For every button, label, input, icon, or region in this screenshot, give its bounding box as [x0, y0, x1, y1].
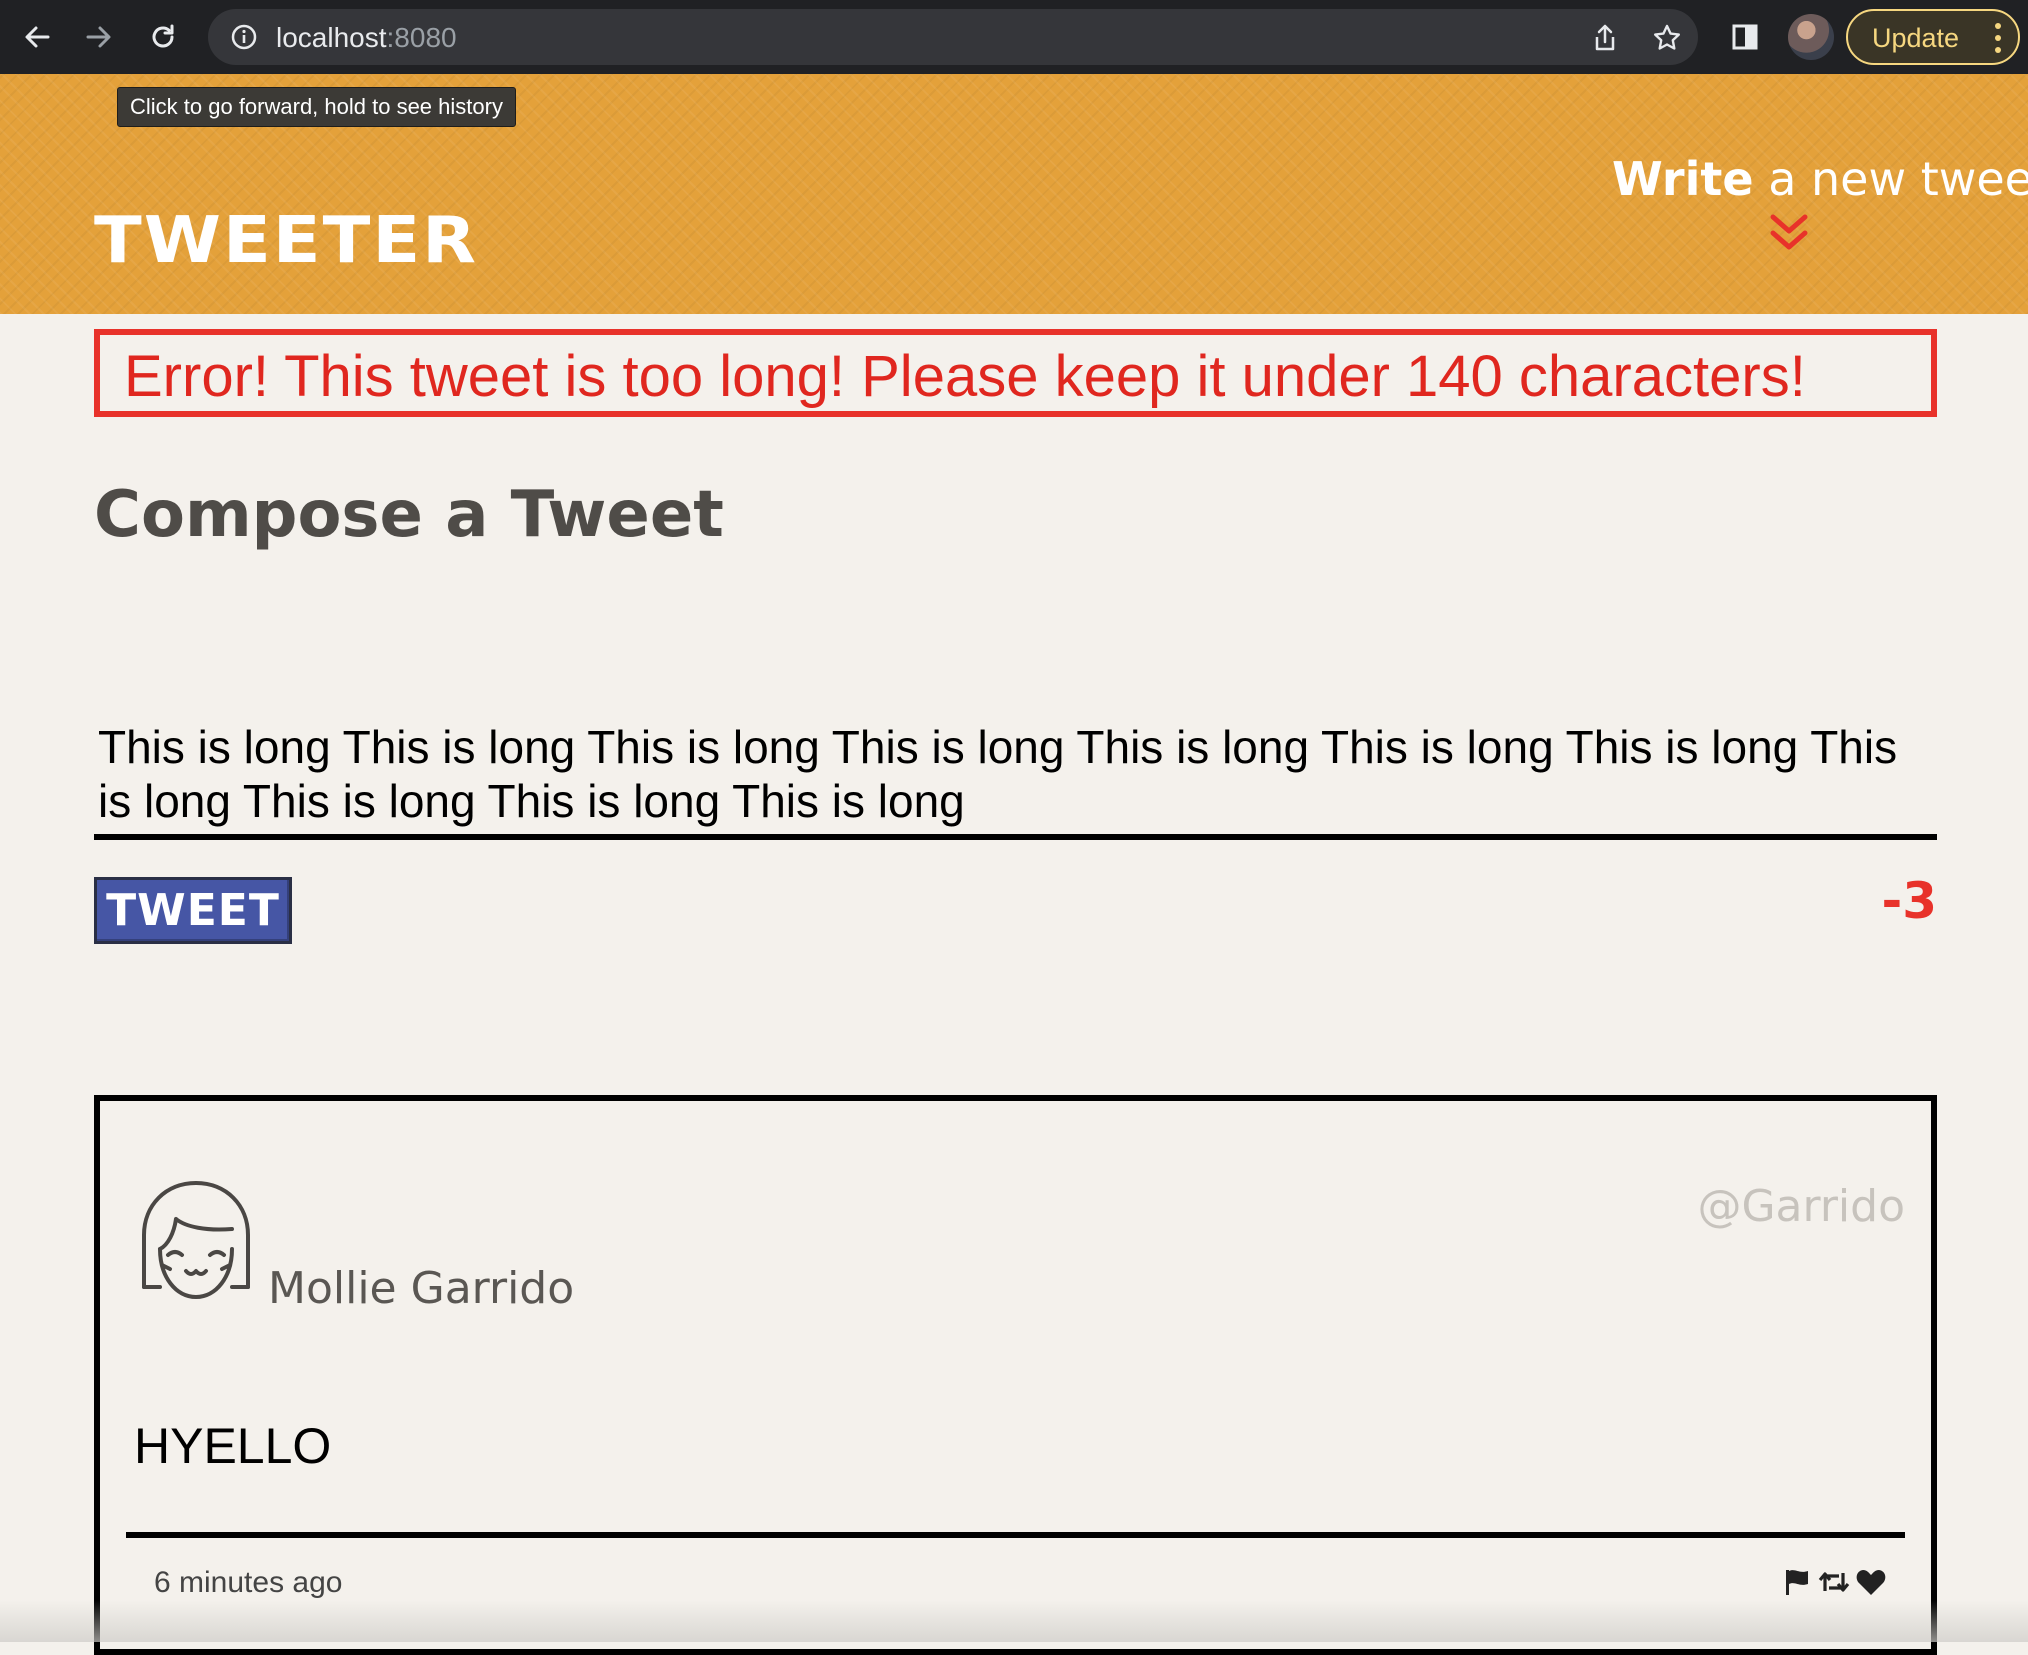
tweet-textarea[interactable]	[94, 716, 1937, 840]
arrow-right-icon	[86, 26, 111, 48]
more-vert-icon	[1994, 23, 2002, 53]
forward-button[interactable]	[76, 14, 122, 60]
reload-icon	[152, 24, 174, 48]
flag-icon[interactable]	[1783, 1567, 1813, 1597]
url-text: localhost:8080	[276, 22, 457, 53]
write-rest-text: a new tweet	[1753, 152, 2028, 206]
character-counter: -3	[1881, 872, 1937, 930]
reload-button[interactable]	[140, 14, 186, 60]
tweet-content: HYELLO	[134, 1418, 332, 1474]
tweet-actions	[1783, 1567, 1887, 1597]
tweet-card: Mollie Garrido @Garrido HYELLO 6 minutes…	[94, 1095, 1937, 1655]
browser-toolbar: localhost:8080 Update	[0, 0, 2028, 74]
bookmark-star-icon[interactable]	[1650, 21, 1684, 55]
tweet-divider	[126, 1532, 1905, 1538]
user-avatar-icon	[142, 1181, 250, 1299]
update-button[interactable]: Update	[1846, 9, 2020, 65]
back-button[interactable]	[14, 14, 60, 60]
update-label: Update	[1872, 23, 1960, 53]
forward-tooltip: Click to go forward, hold to see history	[117, 87, 516, 127]
tweet-timestamp: 6 minutes ago	[154, 1566, 343, 1599]
profile-avatar[interactable]	[1788, 14, 1834, 60]
compose-title: Compose a Tweet	[94, 478, 724, 552]
share-icon[interactable]	[1588, 21, 1622, 55]
retweet-icon[interactable]	[1817, 1567, 1851, 1597]
side-panel-icon	[1732, 24, 1758, 50]
write-tweet-link[interactable]: Write a new tweet	[1612, 152, 2028, 206]
tweet-author-handle: @Garrido	[1697, 1181, 1905, 1232]
brand-logo[interactable]: TWEETER	[94, 202, 478, 277]
error-message-box: Error! This tweet is too long! Please ke…	[94, 329, 1937, 417]
tweet-author-name: Mollie Garrido	[268, 1263, 575, 1314]
side-panel-button[interactable]	[1722, 14, 1768, 60]
info-icon[interactable]	[230, 23, 258, 56]
address-bar[interactable]: localhost:8080	[208, 9, 1698, 65]
double-chevron-down-icon[interactable]	[1768, 212, 1810, 254]
error-message: Error! This tweet is too long! Please ke…	[124, 344, 1806, 409]
tweet-submit-button[interactable]: TWEET	[94, 877, 292, 944]
heart-icon[interactable]	[1855, 1567, 1887, 1597]
write-bold-text: Write	[1612, 152, 1754, 206]
arrow-left-icon	[25, 26, 50, 48]
